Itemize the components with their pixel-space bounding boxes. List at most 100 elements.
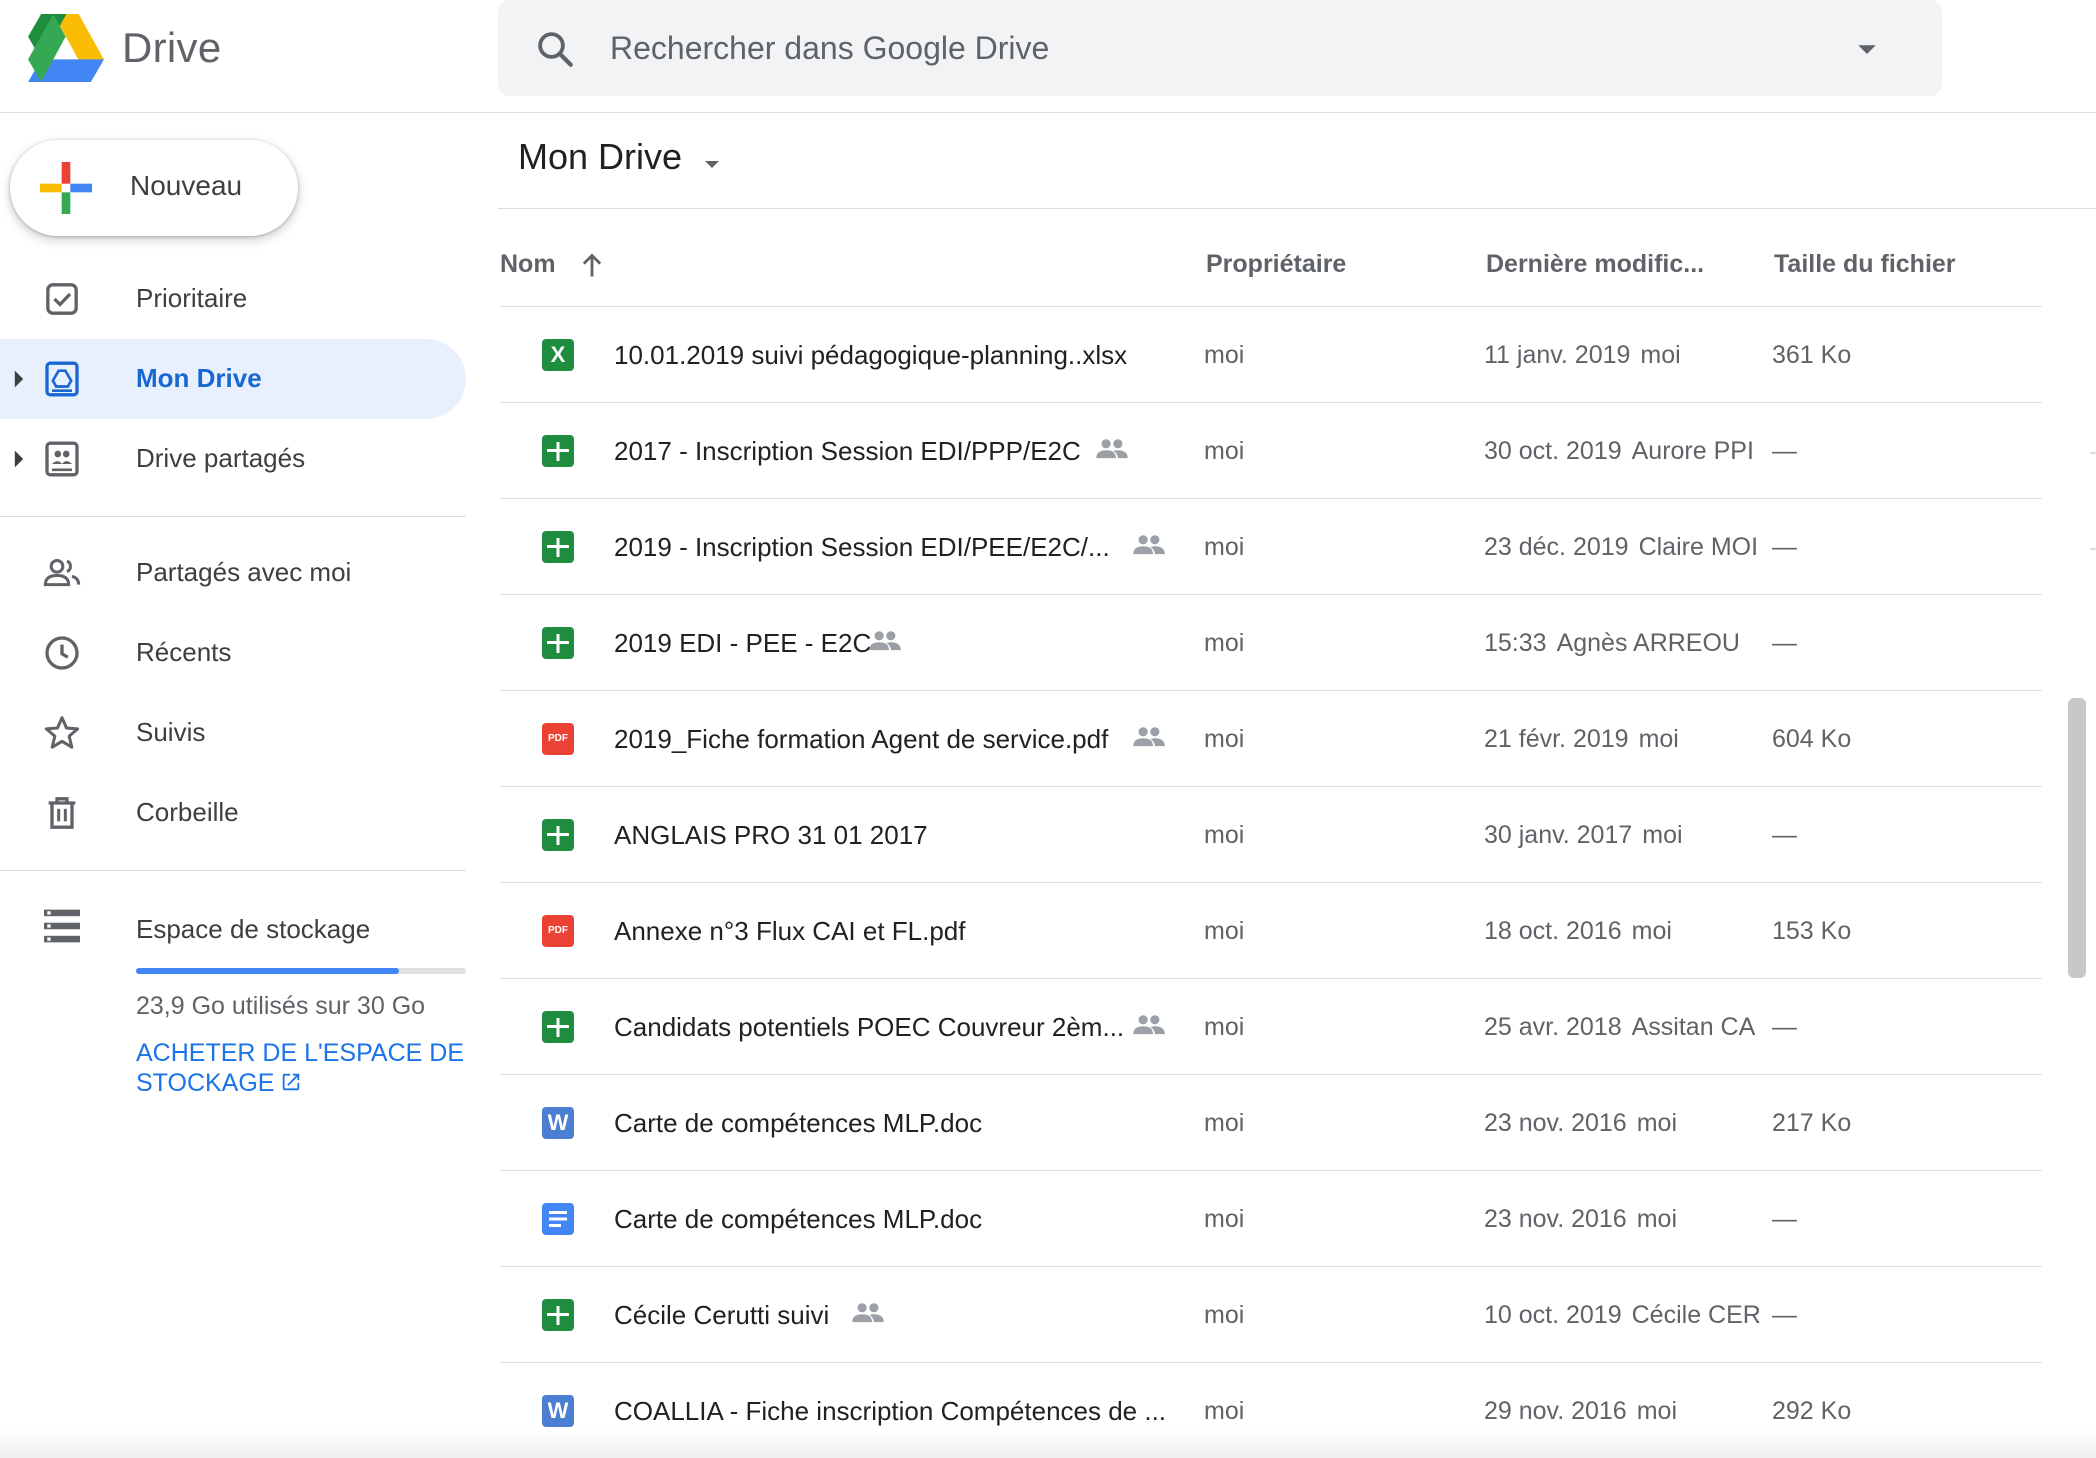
sidebar-item-label: Prioritaire [136,283,248,313]
storage-usage-fill [136,968,399,974]
sidebar-item-drive-partages[interactable]: Drive partagés [0,419,466,499]
search-icon[interactable] [534,28,576,70]
file-row[interactable]: PDF 2019_Fiche formation Agent de service… [500,691,2042,787]
file-name[interactable]: 2019 - Inscription Session EDI/PEE/E2C/.… [614,532,1110,563]
chevron-down-icon[interactable] [700,152,724,176]
shared-people-icon [869,631,901,651]
sidebar-item-suivis[interactable]: Suivis [0,693,466,773]
file-size: — [1772,533,1797,561]
search-bar[interactable] [498,0,1942,96]
modified-date: 30 janv. 2017 [1484,821,1633,849]
file-name[interactable]: Candidats potentiels POEC Couvreur 2èm..… [614,1012,1124,1043]
my-drive-icon [45,361,79,397]
sidebar-item-label: Partagés avec moi [136,557,352,587]
buy-storage-link[interactable]: ACHETER DE L'ESPACE DE STOCKAGE [136,1038,466,1098]
storage-label[interactable]: Espace de stockage [136,914,370,945]
title-divider [498,208,2096,209]
pdf-icon-glyph: PDF [548,925,568,936]
word-file-icon: W [542,1107,574,1139]
sidebar-item-label: Mon Drive [136,363,262,393]
sidebar-item-partages-avec-moi[interactable]: Partagés avec moi [0,533,466,613]
search-input[interactable] [610,0,1810,96]
file-name[interactable]: 2019 EDI - PEE - E2C [614,628,871,659]
top-bar: Drive [0,0,2096,113]
file-row[interactable]: 2019 - Inscription Session EDI/PEE/E2C/.… [500,499,2042,595]
file-row[interactable]: 2019 EDI - PEE - E2C moi 15:33 Agnès ARREOU… [500,595,2042,691]
file-row[interactable]: W Carte de compétences MLP.doc moi 23 nov. … [500,1075,2042,1171]
file-size: — [1772,1301,1797,1329]
sheets-file-icon [542,435,574,467]
file-modified: 29 nov. 2016 moi [1484,1397,1762,1426]
file-name[interactable]: Carte de compétences MLP.doc [614,1108,982,1139]
app-name[interactable]: Drive [122,24,222,72]
docs-file-icon [542,1203,574,1235]
sheets-file-icon [542,1011,574,1043]
storage-icon [44,909,80,943]
shared-people-icon [1133,1015,1165,1035]
file-owner: moi [1204,629,1245,657]
column-header-size[interactable]: Taille du fichier [1774,250,1956,279]
modified-date: 21 févr. 2019 [1484,725,1629,753]
file-name[interactable]: 10.01.2019 suivi pédagogique-planning..x… [614,340,1127,371]
modified-by: Agnès ARREOU [1556,629,1740,657]
file-row[interactable]: X 10.01.2019 suivi pédagogique-planning..… [500,307,2042,403]
word-icon-glyph: W [547,1110,569,1135]
file-name[interactable]: Carte de compétences MLP.doc [614,1204,982,1235]
page-title[interactable]: Mon Drive [518,136,682,178]
sidebar-item-label: Corbeille [136,797,239,827]
file-name[interactable]: COALLIA - Fiche inscription Compétences … [614,1396,1166,1427]
file-size: — [1772,629,1797,657]
word-icon-glyph: W [547,1398,569,1423]
sidebar-item-corbeille[interactable]: Corbeille [0,773,466,853]
sidebar-item-label: Suivis [136,717,206,747]
sidebar-item-recents[interactable]: Récents [0,613,466,693]
file-owner: moi [1204,725,1245,753]
modified-by: moi [1640,341,1681,369]
expand-caret-icon[interactable] [12,449,26,469]
column-header-owner[interactable]: Propriétaire [1206,250,1346,279]
modified-date: 23 nov. 2016 [1484,1205,1627,1233]
file-name[interactable]: 2019_Fiche formation Agent de service.pd… [614,724,1108,755]
sidebar-divider [0,516,466,517]
modified-date: 23 nov. 2016 [1484,1109,1627,1137]
file-name[interactable]: Annexe n°3 Flux CAI et FL.pdf [614,916,965,947]
file-row[interactable]: ANGLAIS PRO 31 01 2017 moi 30 janv. 2017 mo… [500,787,2042,883]
file-row[interactable]: W COALLIA - Fiche inscription Compétences… [500,1363,2042,1458]
external-link-icon [283,1073,300,1091]
file-owner: moi [1204,821,1245,849]
scroll-track-mark [2090,548,2096,550]
file-name[interactable]: Cécile Cerutti suivi [614,1300,829,1331]
file-row[interactable]: 2017 - Inscription Session EDI/PPP/E2C mo… [500,403,2042,499]
column-header-name[interactable]: Nom [500,250,556,279]
modified-date: 11 janv. 2019 [1484,341,1631,369]
column-header-modified[interactable]: Dernière modific... [1486,250,1704,279]
modified-by: moi [1642,821,1683,849]
star-icon [44,716,80,749]
storage-usage-bar [136,968,466,974]
sort-ascending-arrow-icon[interactable] [578,252,606,280]
file-size: 217 Ko [1772,1109,1852,1137]
file-owner: moi [1204,917,1245,945]
search-options-dropdown-icon[interactable] [1852,34,1882,64]
file-modified: 15:33 Agnès ARREOU [1484,629,1762,658]
new-button[interactable]: Nouveau [10,140,298,236]
drive-logo-icon[interactable] [27,14,105,82]
plus-icon [40,162,92,214]
file-row[interactable]: Carte de compétences MLP.doc moi 23 nov. 2… [500,1171,2042,1267]
file-row[interactable]: Candidats potentiels POEC Couvreur 2èm..… [500,979,2042,1075]
file-owner: moi [1204,1013,1245,1041]
file-name[interactable]: ANGLAIS PRO 31 01 2017 [614,820,928,851]
file-row[interactable]: PDF Annexe n°3 Flux CAI et FL.pdf moi 18 oc… [500,883,2042,979]
pdf-icon-glyph: PDF [548,733,568,744]
sidebar-item-mon-drive[interactable]: Mon Drive [0,339,466,419]
file-modified: 30 oct. 2019 Aurore PPI [1484,437,1762,466]
file-owner: moi [1204,437,1245,465]
file-name[interactable]: 2017 - Inscription Session EDI/PPP/E2C [614,436,1081,467]
file-size: — [1772,437,1797,465]
sidebar-item-label: Récents [136,637,232,667]
expand-caret-icon[interactable] [12,369,26,389]
file-row[interactable]: Cécile Cerutti suivi moi 10 oct. 2019 Cécil… [500,1267,2042,1363]
vertical-scrollbar[interactable] [2068,698,2086,978]
modified-date: 29 nov. 2016 [1484,1397,1627,1425]
sidebar-item-prioritaire[interactable]: Prioritaire [0,259,466,339]
